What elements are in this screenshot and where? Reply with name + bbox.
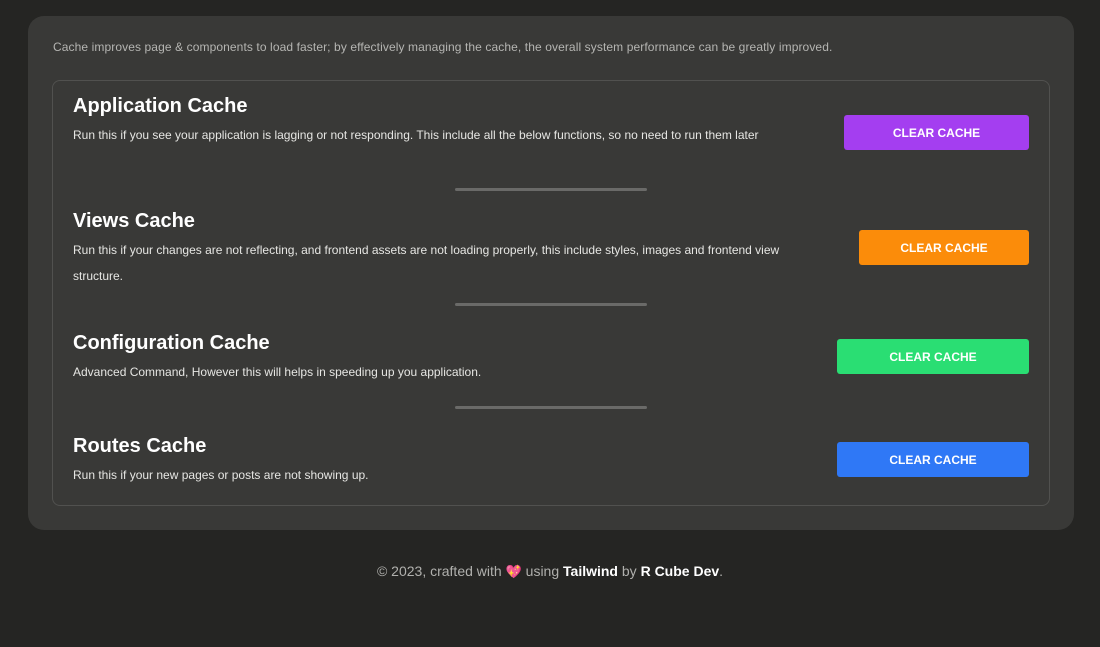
clear-configuration-cache-button[interactable]: Clear Cache	[837, 339, 1029, 374]
clear-application-cache-button[interactable]: Clear Cache	[844, 115, 1029, 150]
section-description: Run this if you see your application is …	[73, 128, 759, 142]
intro-text: Cache improves page & components to load…	[53, 40, 833, 54]
section-title: Routes Cache	[73, 435, 207, 457]
section-description: Run this if your changes are not reflect…	[73, 243, 780, 283]
heart-icon: 💖	[505, 564, 522, 579]
application-cache-section: Application Cache Run this if you see yo…	[73, 95, 1029, 185]
cache-sections-panel: Application Cache Run this if you see yo…	[52, 80, 1050, 506]
clear-routes-cache-button[interactable]: Clear Cache	[837, 442, 1029, 477]
configuration-cache-section: Configuration Cache Advanced Command, Ho…	[73, 332, 1029, 392]
section-divider	[455, 188, 647, 191]
views-cache-section: Views Cache Run this if your changes are…	[73, 210, 1029, 300]
section-description: Advanced Command, However this will help…	[73, 365, 482, 379]
section-title: Application Cache	[73, 95, 248, 117]
section-divider	[455, 406, 647, 409]
clear-views-cache-button[interactable]: Clear Cache	[859, 230, 1029, 265]
section-title: Configuration Cache	[73, 332, 270, 354]
cache-settings-card: Cache improves page & components to load…	[28, 16, 1074, 530]
footer: © 2023, crafted with 💖 using Tailwind by…	[0, 563, 1100, 580]
section-title: Views Cache	[73, 210, 195, 232]
footer-prefix: © 2023, crafted with	[376, 563, 502, 579]
routes-cache-section: Routes Cache Run this if your new pages …	[73, 435, 1029, 495]
framework-link[interactable]: Tailwind	[563, 563, 618, 579]
section-description: Run this if your new pages or posts are …	[73, 468, 369, 482]
section-divider	[455, 303, 647, 306]
author-link[interactable]: R Cube Dev	[641, 563, 720, 579]
footer-suffix: .	[719, 563, 724, 579]
footer-using: using	[525, 563, 560, 579]
footer-by: by	[621, 563, 637, 579]
